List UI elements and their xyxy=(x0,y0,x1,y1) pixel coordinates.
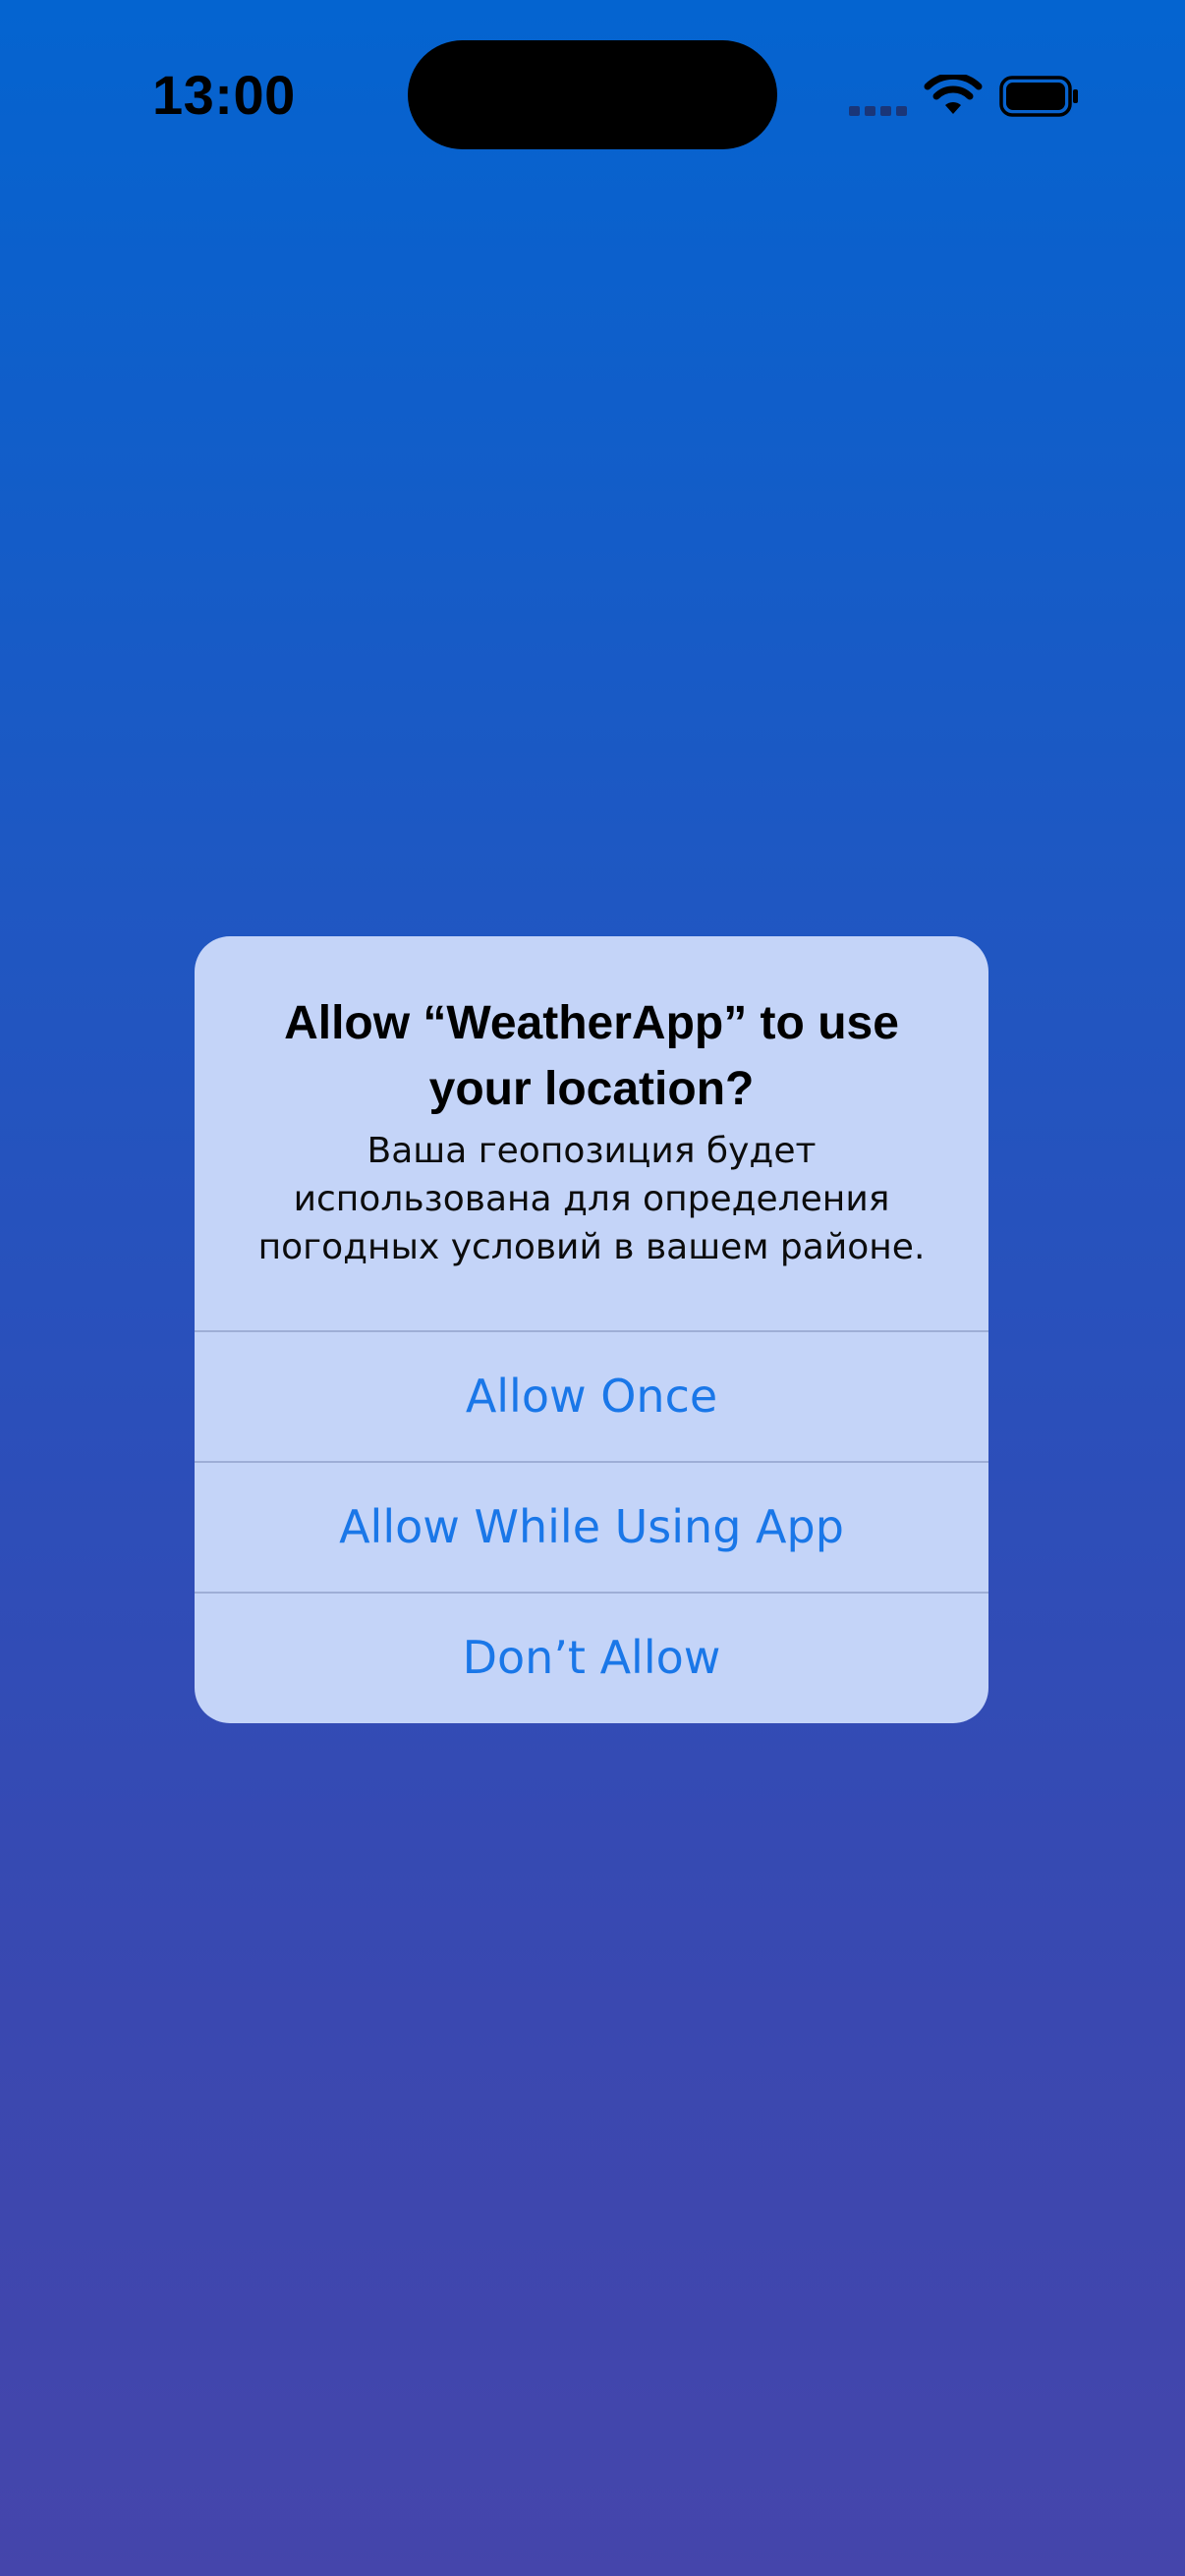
cellular-signal-icon xyxy=(849,102,908,116)
screen: 13:00 Allow “WeatherApp” to use your loc… xyxy=(0,0,1185,2576)
status-bar: 13:00 xyxy=(0,0,1185,187)
dont-allow-button[interactable]: Don’t Allow xyxy=(195,1592,988,1721)
battery-icon xyxy=(999,76,1078,117)
allow-once-button[interactable]: Allow Once xyxy=(195,1330,988,1460)
signal-bar xyxy=(849,106,860,116)
signal-bar xyxy=(880,106,891,116)
alert-title: Allow “WeatherApp” to use your location? xyxy=(284,997,899,1115)
signal-bar xyxy=(896,106,907,116)
alert-header: Allow “WeatherApp” to use your location?… xyxy=(195,936,988,1331)
dynamic-island xyxy=(408,40,777,149)
signal-bar xyxy=(865,106,875,116)
alert-message: Ваша геопозиция будет использована для о… xyxy=(257,1131,926,1267)
wifi-icon xyxy=(924,75,983,114)
status-time: 13:00 xyxy=(152,64,296,126)
allow-while-using-app-button[interactable]: Allow While Using App xyxy=(195,1461,988,1591)
